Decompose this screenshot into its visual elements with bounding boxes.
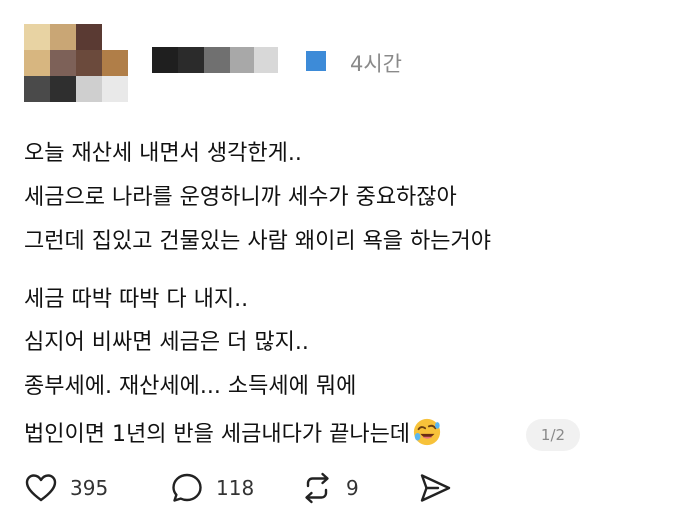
post-time: 4시간 <box>350 52 403 76</box>
avatar-pixel <box>24 50 50 76</box>
avatar-pixel <box>76 76 102 102</box>
username-pixel <box>204 47 230 73</box>
avatar-pixel <box>102 50 128 76</box>
post-line: 세금으로 나라를 운영하니까 세수가 중요하잖아 <box>24 185 457 210</box>
username-pixel <box>152 47 178 73</box>
avatar-pixel <box>24 24 50 50</box>
post-line: 세금 따박 따박 다 내지.. <box>24 287 249 312</box>
avatar-pixel <box>50 76 76 102</box>
like-button[interactable]: 395 <box>24 468 108 508</box>
username-pixel <box>230 47 254 73</box>
post-line-last: 법인이면 1년의 반을 세금내다가 끝나는데 <box>24 417 442 449</box>
avatar-pixel <box>24 76 50 102</box>
action-bar: 395 118 9 <box>24 468 664 508</box>
post-line: 심지어 비싸면 세금은 더 많지.. <box>24 330 309 355</box>
avatar-pixel <box>50 50 76 76</box>
username[interactable] <box>152 47 278 73</box>
post-line-text: 법인이면 1년의 반을 세금내다가 끝나는데 <box>24 422 411 447</box>
comment-button[interactable]: 118 <box>170 468 254 508</box>
comment-icon <box>172 473 202 502</box>
send-icon <box>420 474 451 502</box>
rolling-laughing-emoji-icon <box>413 418 441 446</box>
carousel-page-indicator: 1/2 <box>526 419 580 451</box>
verified-badge <box>306 51 326 71</box>
avatar[interactable] <box>24 24 128 104</box>
avatar-pixel <box>102 76 128 102</box>
comment-count: 118 <box>216 476 255 500</box>
post-line: 종부세에. 재산세에... 소득세에 뭐에 <box>24 374 357 399</box>
share-button[interactable] <box>418 468 452 508</box>
heart-icon <box>25 474 57 502</box>
username-pixel <box>254 47 278 73</box>
username-pixel <box>178 47 204 73</box>
like-count: 395 <box>70 476 109 500</box>
avatar-pixel <box>76 50 102 76</box>
repost-icon <box>305 472 329 504</box>
repost-button[interactable]: 9 <box>300 468 359 508</box>
post-line: 오늘 재산세 내면서 생각한게.. <box>24 141 302 166</box>
post-line: 그런데 집있고 건물있는 사람 왜이리 욕을 하는거야 <box>24 229 492 254</box>
avatar-pixel <box>50 24 76 50</box>
avatar-pixel <box>76 24 102 50</box>
repost-count: 9 <box>346 476 359 500</box>
